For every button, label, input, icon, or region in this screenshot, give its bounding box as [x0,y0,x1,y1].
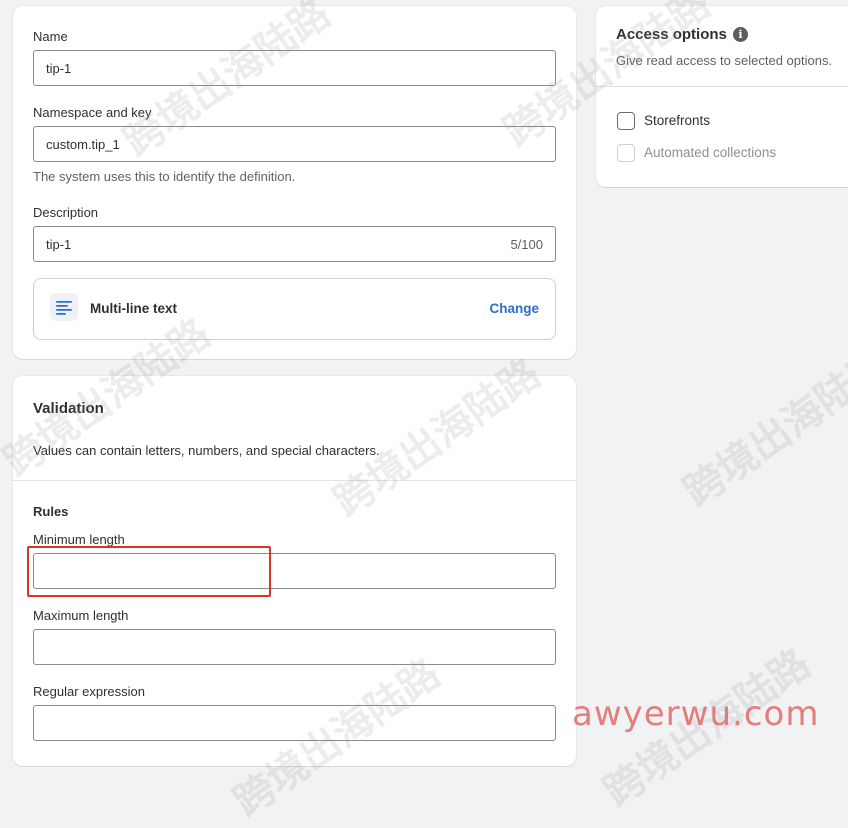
min-length-input[interactable] [33,553,556,589]
description-char-counter: 5/100 [510,237,543,252]
max-length-label: Maximum length [33,608,129,623]
automated-collections-checkbox [617,144,635,162]
min-length-label: Minimum length [33,532,125,547]
storefronts-label: Storefronts [644,113,711,128]
watermark: 跨境出海陆路 [675,340,848,516]
description-label: Description [33,205,99,220]
name-input[interactable] [33,50,556,86]
regex-input[interactable] [33,705,556,741]
validation-card: Validation Values can contain letters, n… [13,376,576,766]
namespace-help-text: The system uses this to identify the def… [33,169,296,184]
text-lines-icon [50,293,78,321]
rules-title: Rules [33,504,69,519]
change-type-button[interactable]: Change [489,301,539,316]
description-input[interactable] [33,226,556,262]
automated-collections-label: Automated collections [644,145,777,160]
type-selector: Multi-line text Change [33,278,556,340]
namespace-label: Namespace and key [33,105,152,120]
info-icon[interactable]: i [733,27,748,42]
watermark: 跨境出海陆路 [595,640,819,816]
definition-card: Name Namespace and key The system uses t… [13,6,576,359]
validation-description: Values can contain letters, numbers, and… [33,443,380,458]
storefronts-checkbox[interactable] [617,112,635,130]
validation-title: Validation [33,400,104,417]
site-watermark: awyerwu.com [572,694,820,734]
type-name: Multi-line text [90,301,177,316]
access-options-subtitle: Give read access to selected options. [616,53,833,68]
access-options-card: Access options Give read access to selec… [596,6,848,187]
namespace-input[interactable] [33,126,556,162]
access-options-divider [596,86,848,87]
access-options-title: Access options [616,26,727,43]
max-length-input[interactable] [33,629,556,665]
regex-label: Regular expression [33,684,146,699]
validation-divider [13,480,576,481]
name-label: Name [33,29,68,44]
